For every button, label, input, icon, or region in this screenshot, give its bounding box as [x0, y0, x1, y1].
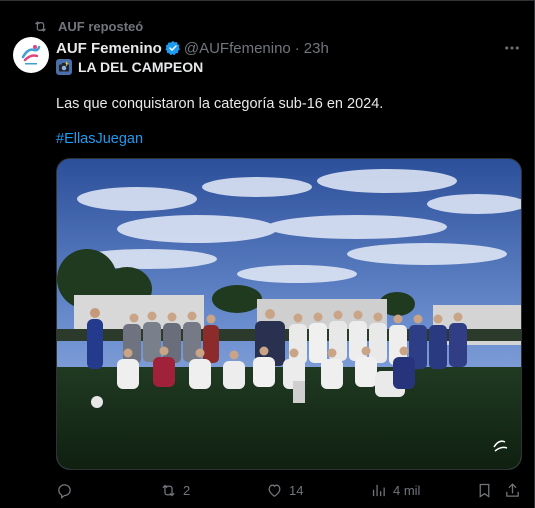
avatar[interactable]: [13, 37, 49, 73]
views-button[interactable]: 4 mil: [370, 479, 420, 501]
like-count: 14: [289, 482, 304, 498]
post-text-line-1: LA DEL CAMPEON: [56, 59, 203, 75]
analytics-icon: [372, 484, 385, 496]
bookmark-icon: [479, 483, 490, 498]
views-count: 4 mil: [393, 482, 421, 498]
post-image[interactable]: [56, 158, 522, 470]
repost-count: 2: [183, 482, 191, 498]
repost-label: AUF reposteó: [58, 18, 144, 34]
post-header: AUF Femenino @AUFfemenino · 23h: [56, 38, 522, 58]
post-timestamp[interactable]: 23h: [304, 40, 329, 57]
hashtag-link[interactable]: #EllasJuegan: [56, 131, 143, 147]
repost-icon: [162, 484, 175, 496]
author-handle[interactable]: @AUFfemenino: [184, 40, 291, 57]
reply-button[interactable]: [56, 479, 79, 501]
like-button[interactable]: 14: [266, 479, 303, 501]
share-button[interactable]: [504, 479, 521, 501]
heart-icon: [268, 484, 281, 497]
team-photo: [57, 159, 521, 469]
camera-flash-icon: [56, 59, 72, 75]
post-container[interactable]: AUF reposteó AUF Femenino @AUFfemenino ·…: [0, 0, 535, 508]
more-options-button[interactable]: [502, 38, 522, 58]
separator-dot: ·: [294, 39, 300, 57]
post-headline: LA DEL CAMPEON: [78, 59, 204, 75]
repost-button[interactable]: 2: [160, 479, 190, 501]
post-text-line-2: Las que conquistaron la categoría sub-16…: [56, 96, 384, 112]
bookmark-button[interactable]: [476, 479, 493, 501]
author-name[interactable]: AUF Femenino: [56, 40, 162, 57]
verified-badge-icon: [165, 41, 180, 56]
reply-icon: [58, 483, 71, 499]
auf-logo-icon: [21, 45, 41, 65]
more-horizontal-icon: [505, 46, 519, 50]
repost-icon: [35, 20, 46, 32]
share-icon: [506, 482, 519, 497]
action-bar: 2 14 4 mil: [56, 479, 522, 501]
repost-indicator[interactable]: AUF reposteó: [33, 18, 143, 34]
